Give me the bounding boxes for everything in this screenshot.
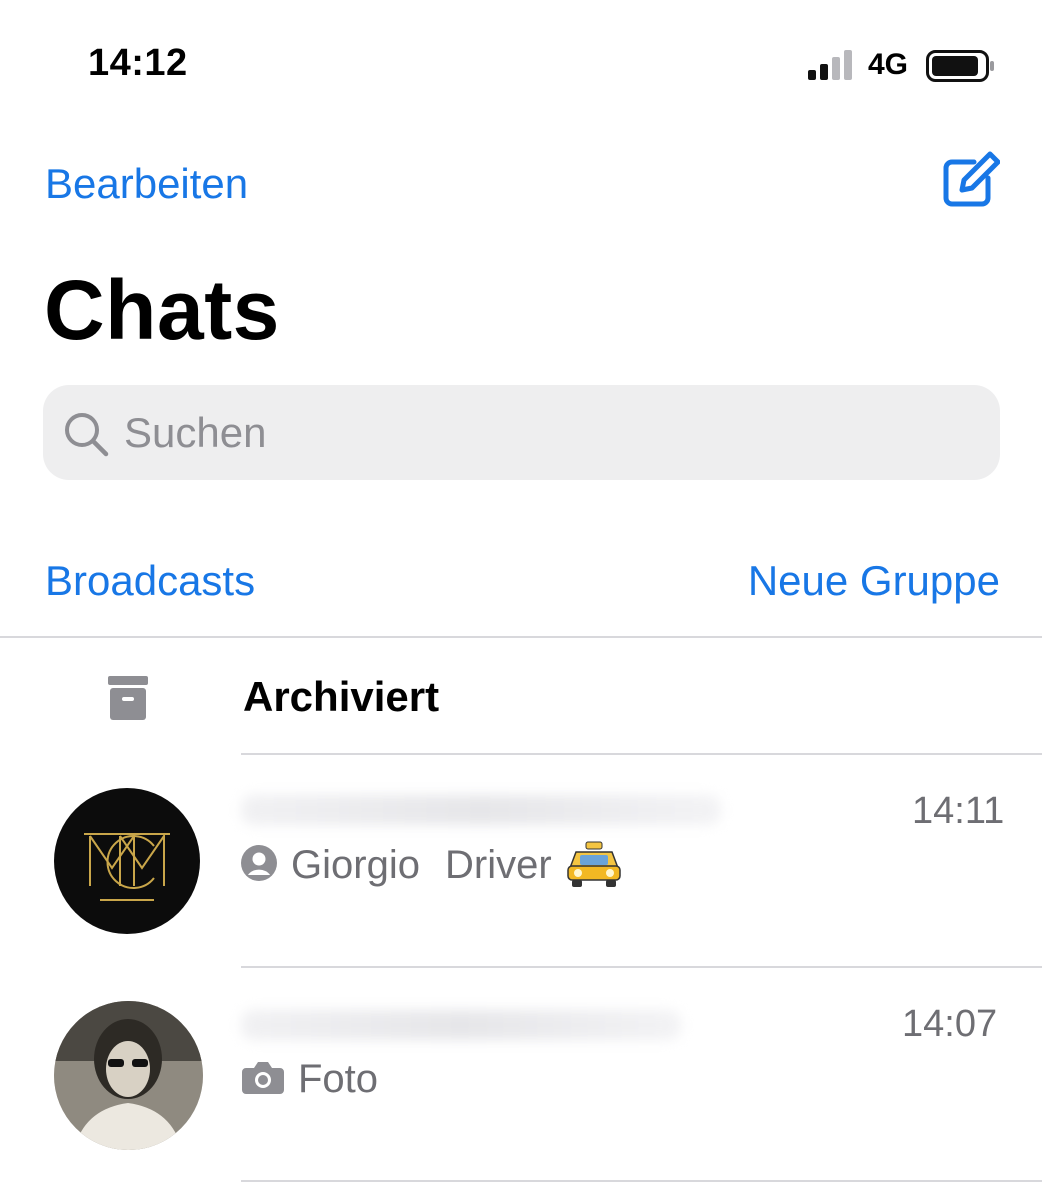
network-type: 4G bbox=[868, 48, 909, 81]
chat-preview: Foto bbox=[298, 1057, 379, 1101]
row-divider bbox=[241, 1180, 1042, 1182]
compose-icon[interactable] bbox=[940, 150, 1000, 210]
chat-name-blurred bbox=[241, 1010, 681, 1040]
avatar bbox=[54, 788, 200, 934]
chat-time: 14:11 bbox=[912, 790, 1005, 832]
chat-sender: Giorgio bbox=[291, 843, 420, 887]
archived-label: Archiviert bbox=[243, 673, 440, 720]
monogram-logo bbox=[84, 832, 170, 901]
broadcasts-link[interactable]: Broadcasts bbox=[45, 557, 255, 605]
archived-row[interactable] bbox=[0, 638, 1042, 754]
status-time: 14:12 bbox=[88, 42, 188, 84]
avatar bbox=[54, 1001, 203, 1150]
signal-icon bbox=[808, 50, 852, 80]
profile-photo bbox=[54, 1001, 203, 1150]
chat-name-blurred bbox=[241, 795, 721, 825]
search-icon bbox=[65, 413, 109, 457]
person-icon bbox=[241, 845, 277, 881]
battery-icon bbox=[926, 50, 994, 82]
chat-preview: Driver bbox=[445, 843, 552, 887]
page-title: Chats bbox=[44, 263, 280, 357]
camera-icon bbox=[242, 1062, 284, 1094]
archive-icon bbox=[108, 676, 148, 720]
chat-time: 14:07 bbox=[902, 1003, 998, 1045]
edit-button[interactable]: Bearbeiten bbox=[45, 160, 248, 208]
new-group-link[interactable]: Neue Gruppe bbox=[748, 557, 1000, 605]
taxi-emoji-icon bbox=[567, 841, 621, 887]
search-input[interactable] bbox=[124, 402, 974, 464]
